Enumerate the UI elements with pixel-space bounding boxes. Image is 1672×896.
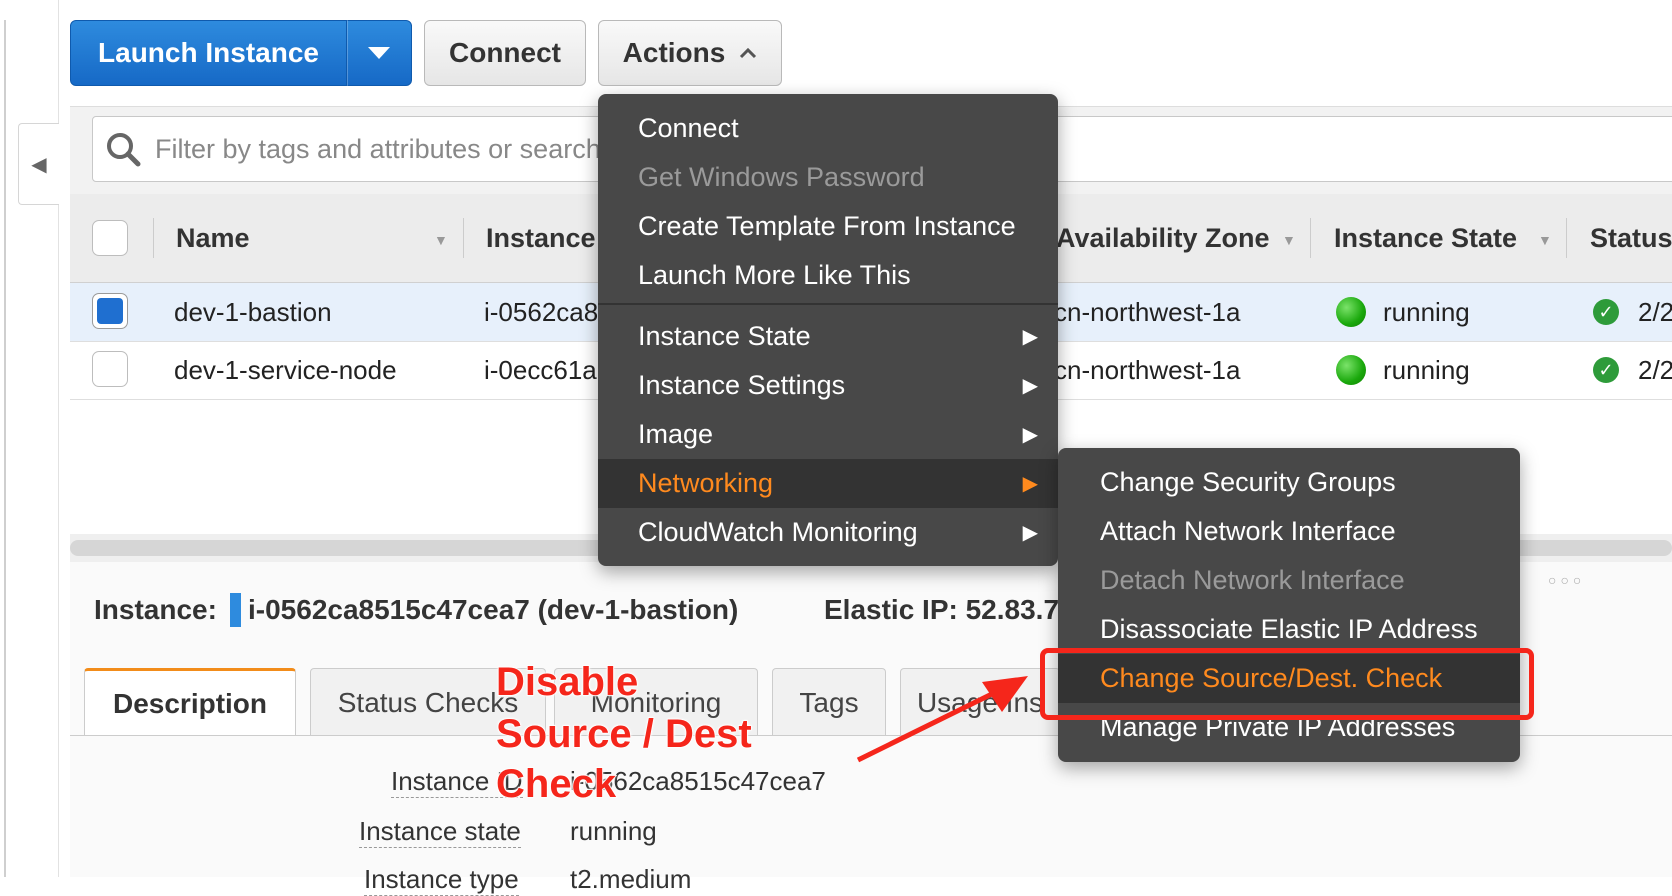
running-status-icon: [1336, 355, 1366, 385]
left-divider: [4, 20, 6, 877]
column-divider: [1566, 218, 1567, 258]
submenu-arrow-icon: ▶: [1022, 326, 1038, 348]
row-state: running: [1383, 296, 1470, 327]
row-status: 2/2: [1638, 296, 1672, 327]
select-all-checkbox[interactable]: [92, 220, 128, 256]
menu-item-instance-settings[interactable]: Instance Settings ▶: [598, 361, 1058, 410]
menu-item-cloudwatch-monitoring[interactable]: CloudWatch Monitoring ▶: [598, 508, 1058, 557]
field-label-instance-type: Instance type: [364, 864, 519, 896]
filter-placeholder: Filter by tags and attributes or search: [155, 133, 601, 164]
connect-button[interactable]: Connect: [424, 20, 586, 86]
chevron-left-icon: ◀: [31, 153, 47, 176]
field-value-instance-type: t2.medium: [570, 864, 692, 894]
check-ok-icon: ✓: [1593, 357, 1619, 383]
menu-item-create-template[interactable]: Create Template From Instance: [598, 202, 1058, 251]
row-checkbox[interactable]: [92, 293, 128, 329]
collapse-sidebar-button[interactable]: ◀: [18, 123, 59, 205]
menu-item-change-security-groups[interactable]: Change Security Groups: [1058, 458, 1520, 507]
sort-caret-icon[interactable]: ▼: [1282, 232, 1296, 248]
instance-title: i-0562ca8515c47cea7 (dev-1-bastion): [248, 594, 739, 625]
actions-label: Actions: [622, 37, 726, 68]
menu-separator: [598, 303, 1058, 305]
menu-item-detach-network-interface: Detach Network Interface: [1100, 565, 1405, 595]
submenu-arrow-icon: ▶: [1022, 375, 1038, 397]
column-header-status[interactable]: Status: [1590, 194, 1672, 282]
drag-handle-icon[interactable]: ○○○: [1548, 572, 1585, 588]
elastic-ip-label: Elastic IP: 52.83.7: [824, 594, 1060, 625]
sort-caret-icon[interactable]: ▼: [1538, 232, 1552, 248]
field-value-instance-state: running: [570, 816, 657, 846]
annotation-arrow-icon: [856, 676, 1028, 763]
actions-menu: Connect Get Windows Password Create Temp…: [598, 94, 1058, 566]
menu-item-connect[interactable]: Connect: [598, 104, 1058, 153]
launch-dropdown-toggle[interactable]: [347, 46, 411, 60]
menu-item-instance-state[interactable]: Instance State ▶: [598, 312, 1058, 361]
connect-label: Connect: [449, 37, 561, 68]
annotation-highlight-box: [1040, 648, 1534, 720]
annotation-line-3: Check: [495, 761, 617, 807]
row-name: dev-1-bastion: [174, 296, 332, 327]
column-header-name[interactable]: Name: [176, 194, 250, 282]
tab-description[interactable]: Description: [84, 668, 296, 736]
row-name: dev-1-service-node: [174, 354, 397, 385]
row-status: 2/2: [1638, 354, 1672, 385]
column-header-availability-zone[interactable]: Availability Zone: [1056, 194, 1270, 282]
row-state: running: [1383, 354, 1470, 385]
menu-item-launch-more-like-this[interactable]: Launch More Like This: [598, 251, 1058, 300]
field-label-instance-state: Instance state: [359, 816, 521, 848]
menu-item-disassociate-elastic-ip[interactable]: Disassociate Elastic IP Address: [1058, 605, 1520, 654]
chevron-up-icon: [740, 47, 757, 59]
running-status-icon: [1336, 297, 1366, 327]
row-zone: cn-northwest-1a: [1054, 296, 1241, 327]
menu-item-get-windows-password: Get Windows Password: [638, 162, 925, 192]
check-ok-icon: ✓: [1593, 299, 1619, 325]
submenu-arrow-icon: ▶: [1022, 522, 1038, 544]
launch-instance-label: Launch Instance: [98, 37, 319, 68]
row-zone: cn-northwest-1a: [1054, 354, 1241, 385]
row-instance-id: i-0ecc61a: [484, 354, 597, 385]
menu-item-image[interactable]: Image ▶: [598, 410, 1058, 459]
actions-button[interactable]: Actions: [598, 20, 782, 86]
column-divider: [1310, 218, 1311, 258]
sort-caret-icon[interactable]: ▼: [434, 232, 448, 248]
menu-item-attach-network-interface[interactable]: Attach Network Interface: [1058, 507, 1520, 556]
search-icon: [107, 133, 141, 167]
submenu-arrow-icon: ▶: [1022, 424, 1038, 446]
row-instance-id: i-0562ca8: [484, 296, 599, 327]
submenu-arrow-icon: ▶: [1022, 473, 1038, 495]
column-divider: [153, 218, 154, 258]
column-divider: [463, 218, 464, 258]
row-checkbox[interactable]: [92, 351, 128, 387]
annotation-line-1: Disable: [495, 659, 639, 705]
menu-item-networking[interactable]: Networking ▶: [598, 459, 1058, 508]
instance-marker: [230, 593, 241, 627]
annotation-line-2: Source / Dest: [495, 711, 752, 757]
caret-down-icon: [368, 47, 390, 59]
column-header-instance[interactable]: Instance: [486, 194, 596, 282]
column-header-instance-state[interactable]: Instance State: [1334, 194, 1517, 282]
instance-label: Instance:: [94, 594, 217, 625]
launch-instance-button[interactable]: Launch Instance: [70, 20, 412, 86]
